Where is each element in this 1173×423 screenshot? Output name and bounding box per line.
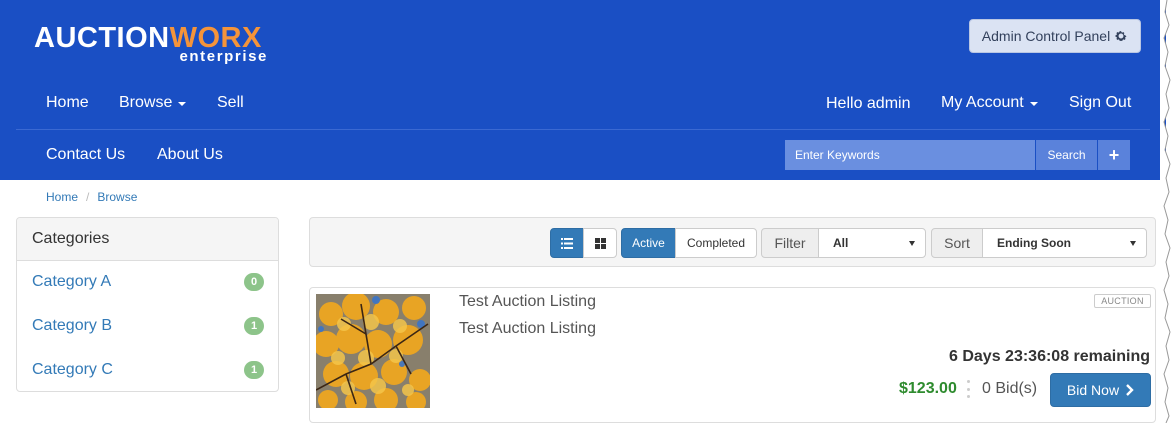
search-button[interactable]: Search	[1036, 140, 1097, 170]
nav-about-us[interactable]: About Us	[157, 146, 223, 164]
category-item-c[interactable]: Category C 1	[32, 358, 264, 382]
category-item-b[interactable]: Category B 1	[32, 314, 264, 338]
category-item-a[interactable]: Category A 0	[32, 270, 264, 294]
bid-now-label: Bid Now	[1066, 382, 1120, 398]
sort-select[interactable]: Ending Soon	[982, 228, 1147, 258]
logo-part-auction: AUCTION	[34, 22, 170, 54]
nav-sign-out[interactable]: Sign Out	[1069, 94, 1131, 112]
category-count-badge: 1	[244, 317, 264, 335]
breadcrumb-browse[interactable]: Browse	[97, 190, 137, 204]
caret-down-icon	[1029, 102, 1038, 106]
filter-label: Filter	[761, 228, 819, 258]
nav-my-account[interactable]: My Account	[941, 94, 1038, 112]
category-count-badge: 0	[244, 273, 264, 291]
advanced-search-plus-button[interactable]: +	[1098, 140, 1130, 170]
breadcrumb: Home / Browse	[46, 190, 137, 204]
breadcrumb-separator: /	[86, 190, 90, 204]
completed-filter-button[interactable]: Completed	[675, 228, 757, 258]
search-input[interactable]	[785, 140, 1035, 170]
categories-title: Categories	[17, 218, 278, 261]
nav-home[interactable]: Home	[46, 94, 89, 112]
category-label: Category C	[32, 361, 113, 378]
grid-icon	[594, 237, 606, 249]
torn-edge-decoration	[1160, 0, 1171, 423]
list-view-button[interactable]	[550, 228, 584, 258]
list-icon	[561, 237, 573, 249]
gear-icon	[1115, 31, 1127, 41]
chevron-down-icon	[909, 240, 915, 246]
categories-panel: Categories Category A 0 Category B 1 Cat…	[16, 217, 279, 392]
nav-divider	[16, 129, 1150, 130]
site-logo[interactable]: AUCTIONWORX enterprise	[34, 22, 274, 66]
category-label: Category B	[32, 317, 113, 334]
auction-listing-card: Test Auction Listing Test Auction Listin…	[309, 287, 1156, 423]
nav-browse[interactable]: Browse	[119, 94, 187, 112]
chevron-down-icon	[1130, 240, 1136, 246]
nav-hello-user: Hello admin	[826, 95, 911, 112]
nav-contact-us[interactable]: Contact Us	[46, 146, 125, 164]
sort-label: Sort	[931, 228, 983, 258]
category-label: Category A	[32, 273, 112, 290]
grid-view-button[interactable]	[583, 228, 617, 258]
admin-control-panel-button[interactable]: Admin Control Panel	[969, 19, 1141, 53]
time-remaining: 6 Days 23:36:08 remaining	[949, 348, 1150, 365]
active-filter-button[interactable]: Active	[621, 228, 676, 258]
nav-browse-label: Browse	[119, 94, 173, 111]
page: AUCTIONWORX enterprise Admin Control Pan…	[0, 0, 1173, 423]
autumn-tree-image	[316, 294, 430, 408]
filter-select[interactable]: All	[818, 228, 926, 258]
sort-selected-value: Ending Soon	[997, 236, 1071, 250]
listing-title[interactable]: Test Auction Listing	[459, 293, 596, 311]
caret-down-icon	[178, 102, 187, 106]
bid-now-button[interactable]: Bid Now	[1050, 373, 1151, 407]
admin-button-label: Admin Control Panel	[981, 28, 1111, 44]
vertical-divider-dots	[966, 380, 970, 398]
listing-toolbar: Active Completed Filter All Sort Ending …	[309, 217, 1156, 267]
bid-count: 0 Bid(s)	[982, 380, 1038, 397]
listing-thumbnail[interactable]	[316, 294, 430, 408]
listing-subtitle: Test Auction Listing	[459, 320, 596, 337]
category-count-badge: 1	[244, 361, 264, 379]
nav-sell[interactable]: Sell	[217, 94, 244, 112]
nav-my-account-label: My Account	[941, 94, 1024, 111]
breadcrumb-home[interactable]: Home	[46, 190, 78, 204]
site-header: AUCTIONWORX enterprise Admin Control Pan…	[0, 0, 1166, 180]
logo-subtitle: enterprise	[179, 48, 268, 65]
listing-type-badge: AUCTION	[1094, 294, 1151, 308]
filter-selected-value: All	[833, 236, 849, 250]
chevron-right-icon	[1126, 384, 1134, 396]
listing-price: $123.00	[899, 380, 957, 397]
